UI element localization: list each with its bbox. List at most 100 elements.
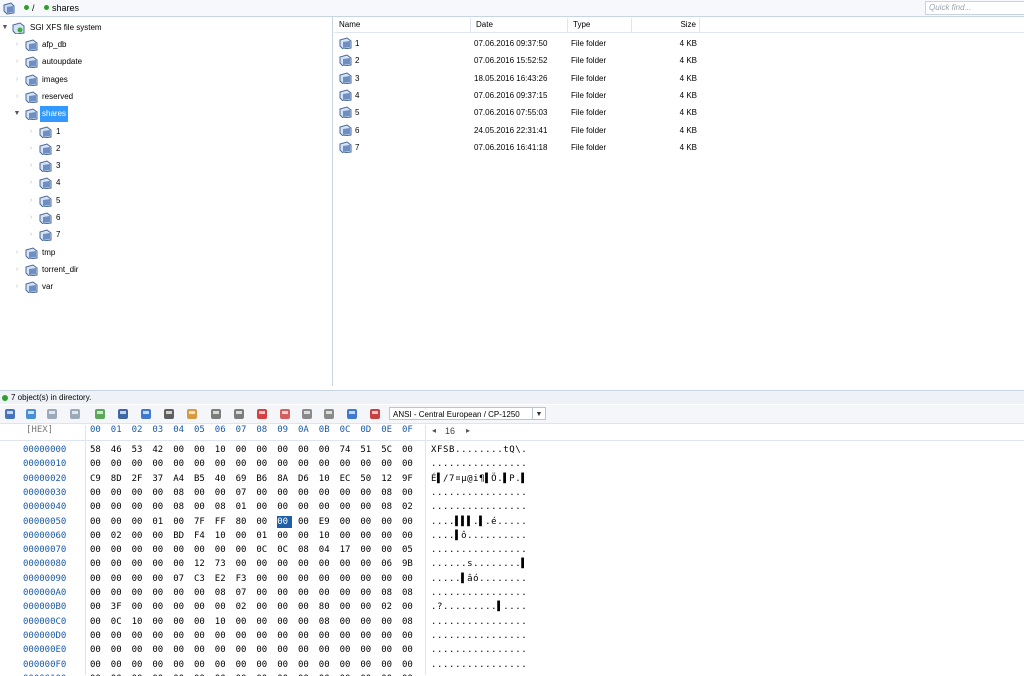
hex-byte[interactable]: 00	[360, 573, 375, 585]
hex-byte[interactable]: 00	[173, 458, 188, 470]
hex-byte[interactable]: 00	[298, 644, 313, 656]
column-header-date[interactable]: Date	[471, 18, 568, 32]
hex-byte[interactable]: 00	[381, 630, 396, 642]
hex-byte[interactable]: 00	[277, 487, 292, 499]
hex-byte[interactable]: 00	[194, 544, 209, 556]
hex-byte[interactable]: 9F	[402, 473, 417, 485]
hex-ascii[interactable]: ................	[431, 458, 527, 470]
hex-byte[interactable]: 0C	[256, 544, 271, 556]
hex-byte[interactable]: B5	[194, 473, 209, 485]
hex-byte[interactable]: 00	[173, 616, 188, 628]
hex-byte[interactable]: 08	[215, 587, 230, 599]
hex-byte[interactable]: 00	[132, 544, 147, 556]
hex-byte[interactable]: 00	[132, 458, 147, 470]
hex-byte[interactable]: 10	[215, 530, 230, 542]
hex-byte[interactable]: 02	[381, 601, 396, 613]
hex-byte[interactable]: 00	[256, 444, 271, 456]
expand-arrow-icon[interactable]: ›	[27, 158, 35, 174]
file-row[interactable]: 7 07.06.2016 16:41:18 File folder 4 KB	[334, 139, 1024, 156]
hex-byte[interactable]: 00	[360, 516, 375, 528]
hex-byte[interactable]: 00	[132, 630, 147, 642]
hex-byte[interactable]: 00	[194, 487, 209, 499]
hex-byte[interactable]: 00	[152, 659, 167, 671]
file-row[interactable]: 5 07.06.2016 07:55:03 File folder 4 KB	[334, 104, 1024, 121]
tree-item[interactable]: › 7	[0, 227, 320, 243]
hex-byte[interactable]: 01	[256, 530, 271, 542]
hex-byte[interactable]: 00	[360, 558, 375, 570]
hex-byte[interactable]: 00	[173, 516, 188, 528]
tree-item[interactable]: › reserved	[0, 89, 320, 105]
hex-byte[interactable]: 00	[277, 530, 292, 542]
hex-byte[interactable]: 00	[277, 659, 292, 671]
hex-byte[interactable]: 00	[360, 530, 375, 542]
hex-byte[interactable]: 00	[111, 487, 126, 499]
hex-byte[interactable]: 00	[381, 644, 396, 656]
hex-byte[interactable]: 00	[298, 630, 313, 642]
hex-byte[interactable]: 00	[90, 487, 105, 499]
save-icon[interactable]	[3, 407, 17, 421]
hex-byte[interactable]: 00	[194, 630, 209, 642]
hex-byte[interactable]: 00	[90, 558, 105, 570]
hex-byte[interactable]: 00	[277, 444, 292, 456]
hex-byte[interactable]: 00	[256, 601, 271, 613]
hex-byte[interactable]: 00	[236, 616, 251, 628]
hex-byte[interactable]: 53	[132, 444, 147, 456]
hex-byte[interactable]: E2	[215, 573, 230, 585]
expand-arrow-icon[interactable]: ›	[27, 210, 35, 226]
column-header-type[interactable]: Type	[568, 18, 632, 32]
hex-byte[interactable]: 00	[277, 458, 292, 470]
hex-byte[interactable]: 00	[173, 659, 188, 671]
hex-byte[interactable]: 00	[340, 487, 355, 499]
hex-byte[interactable]: 00	[132, 501, 147, 513]
hex-byte[interactable]: 00	[173, 544, 188, 556]
hex-byte[interactable]: 00	[132, 587, 147, 599]
hex-byte[interactable]: 02	[402, 501, 417, 513]
hex-byte[interactable]: 00	[173, 644, 188, 656]
tree-item[interactable]: › tmp	[0, 245, 320, 261]
hex-byte[interactable]: 00	[319, 644, 334, 656]
hex-byte[interactable]: 08	[173, 501, 188, 513]
hex-byte[interactable]: 00	[236, 544, 251, 556]
hex-byte[interactable]: 42	[152, 444, 167, 456]
hex-byte[interactable]: 00	[319, 630, 334, 642]
hex-byte[interactable]: 08	[215, 501, 230, 513]
hex-byte[interactable]: 00	[319, 444, 334, 456]
hex-byte[interactable]: 00	[298, 516, 313, 528]
hex-byte[interactable]: 00	[340, 630, 355, 642]
hex-byte[interactable]: 00	[152, 587, 167, 599]
hex-byte[interactable]: 07	[173, 573, 188, 585]
hex-byte[interactable]: 00	[402, 487, 417, 499]
hex-byte[interactable]: 00	[402, 630, 417, 642]
hex-byte[interactable]: 0C	[111, 616, 126, 628]
hex-byte[interactable]: 00	[256, 516, 271, 528]
hex-byte[interactable]: 00	[277, 601, 292, 613]
hex-byte[interactable]: 00	[298, 659, 313, 671]
hex-ascii[interactable]: É▌/7¤µ@i¶▌Ö.▌P.▌	[431, 473, 527, 485]
hex-byte[interactable]: 00	[215, 630, 230, 642]
hex-byte[interactable]: 10	[215, 444, 230, 456]
expand-arrow-icon[interactable]: ›	[13, 89, 21, 105]
hex-byte[interactable]: E9	[319, 516, 334, 528]
hex-byte[interactable]: 00	[152, 458, 167, 470]
hex-byte[interactable]: BD	[173, 530, 188, 542]
hex-ascii[interactable]: ................	[431, 616, 527, 628]
hex-byte[interactable]: 00	[194, 444, 209, 456]
hex-byte[interactable]: 00	[215, 601, 230, 613]
flag-icon[interactable]	[255, 407, 269, 421]
hex-byte[interactable]: 10	[215, 616, 230, 628]
hex-byte[interactable]: 00	[381, 659, 396, 671]
tree-root[interactable]: ▼ SGI XFS file system	[0, 20, 320, 36]
hex-byte[interactable]: 00	[340, 458, 355, 470]
hex-byte[interactable]: 00	[298, 501, 313, 513]
hex-byte[interactable]: 00	[236, 558, 251, 570]
hex-byte[interactable]: 00	[298, 487, 313, 499]
hex-byte[interactable]: 00	[277, 515, 293, 528]
tree-item[interactable]: › 1	[0, 124, 320, 140]
hex-byte[interactable]: 00	[340, 573, 355, 585]
hex-byte[interactable]: 00	[152, 573, 167, 585]
hex-byte[interactable]: 3F	[111, 601, 126, 613]
hex-byte[interactable]: 00	[132, 558, 147, 570]
tree-item[interactable]: › afp_db	[0, 37, 320, 53]
hex-byte[interactable]: 00	[360, 544, 375, 556]
hex-byte[interactable]: 00	[173, 444, 188, 456]
